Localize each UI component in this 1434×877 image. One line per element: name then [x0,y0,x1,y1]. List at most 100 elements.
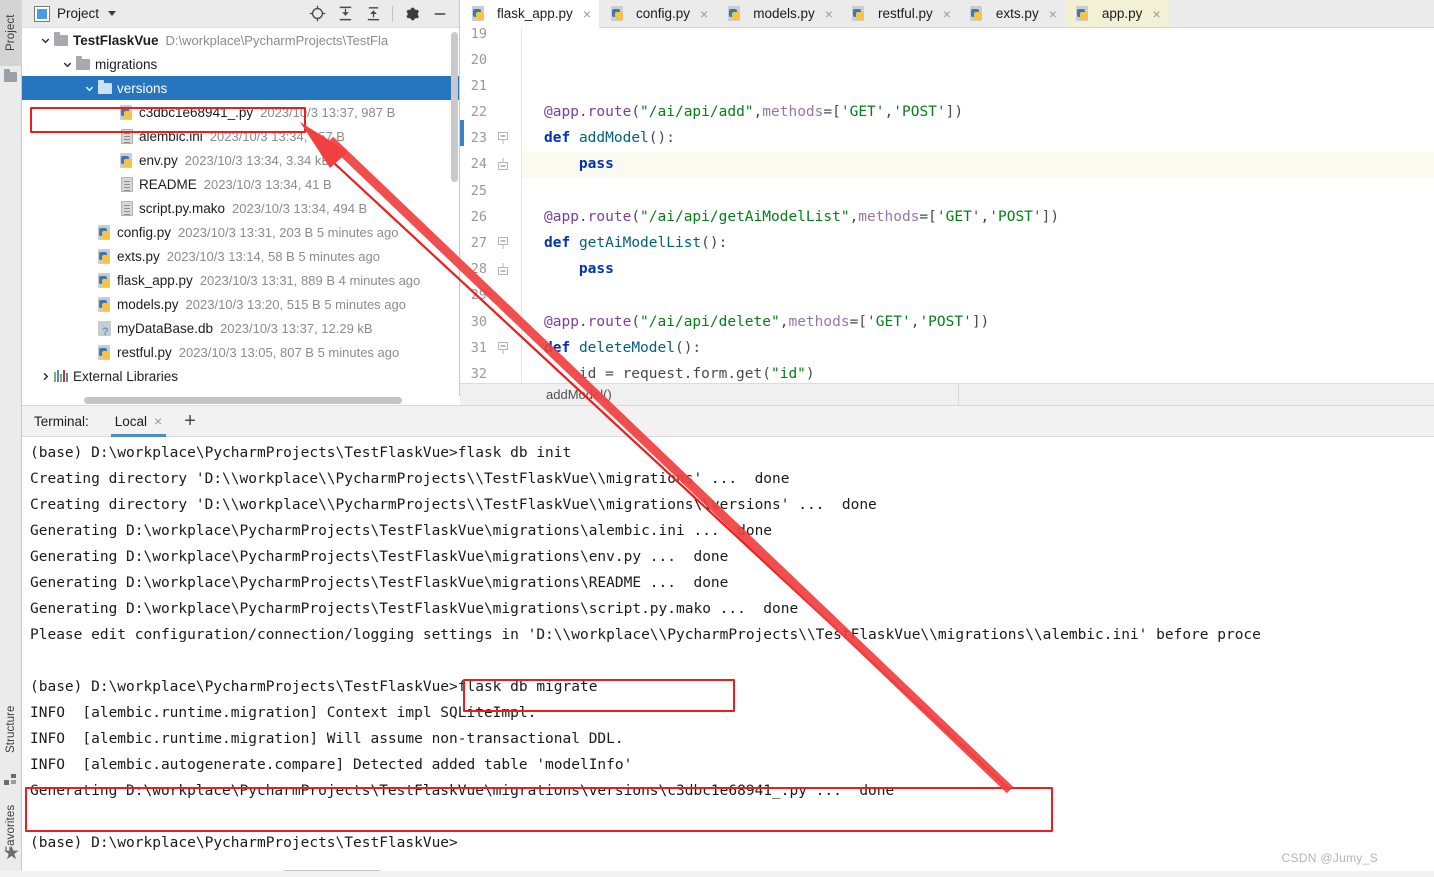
tool-tab-structure[interactable]: Structure [0,690,22,768]
star-icon [4,845,19,860]
library-icon [52,370,69,382]
editor-tab-app-py[interactable]: app.py × [1064,0,1169,27]
add-terminal-icon[interactable]: + [172,411,208,431]
editor-tab-bar: flask_app.py × config.py × models.py × restful… [460,0,1434,28]
locate-icon[interactable] [304,3,330,25]
python-file-icon [96,296,113,312]
code-fold-icon[interactable] [498,158,509,170]
code-line-27: def getAiModelList(): [544,235,728,251]
editor-tab-exts-py[interactable]: exts.py × [959,0,1065,27]
project-file-tree[interactable]: TestFlaskVue D:\workplace\PycharmProjects… [22,28,459,404]
tree-row-name: flask_app.py [117,272,193,288]
editor-tab-label: app.py [1101,6,1143,21]
close-icon[interactable]: × [154,413,162,429]
gutter-line-number: 24 [470,156,487,172]
tree-row-meta: 2023/10/3 13:31, 889 B 4 minutes ago [199,272,421,288]
tree-row-name: External Libraries [73,368,179,384]
tree-row-name: migrations [95,56,158,72]
tree-arrow-icon[interactable] [104,153,118,167]
code-fold-icon[interactable] [498,132,509,144]
close-icon[interactable]: × [1049,6,1057,22]
gutter-line-number: 19 [470,28,487,42]
tree-arrow-icon[interactable] [60,57,74,71]
tree-arrow-icon[interactable] [38,33,52,47]
editor-breadcrumb[interactable]: addModel() [460,383,1434,406]
gear-icon[interactable] [399,3,425,25]
code-fold-icon[interactable] [498,237,509,249]
gutter-line-number: 22 [470,104,487,120]
tree-arrow-icon[interactable] [104,129,118,143]
tool-tab-project[interactable]: Project [0,0,22,66]
editor-gutter[interactable]: 19 20 21 22 23 24 25 26 27 28 29 30 31 32 [460,28,522,388]
tree-horizontal-scrollbar[interactable] [22,396,460,405]
tree-arrow-icon[interactable] [82,273,96,287]
tree-row-meta: 2023/10/3 13:05, 807 B 5 minutes ago [178,344,400,360]
close-icon[interactable]: × [943,6,951,22]
editor-tab-flask-app-py[interactable]: flask_app.py × [460,0,599,28]
folder-icon [52,31,69,46]
terminal-line: (base) D:\workplace\PycharmProjects\Test… [30,445,572,461]
gutter-line-number: 20 [470,52,487,68]
tree-arrow-icon[interactable] [38,369,52,383]
tree-arrow-icon[interactable] [82,297,96,311]
terminal-line: Creating directory 'D:\\workplace\\Pycha… [30,497,877,513]
tree-row-readme[interactable]: README 2023/10/3 13:34, 41 B [22,172,459,196]
tree-row-meta: 2023/10/3 13:34, 494 B [232,200,368,216]
editor-tab-label: restful.py [877,6,933,21]
tree-arrow-icon[interactable] [104,105,118,119]
tree-row-meta: D:\workplace\PycharmProjects\TestFla [165,32,389,48]
editor-tab-models-py[interactable]: models.py × [716,0,841,27]
code-line-22: @app.route("/ai/api/add",methods=['GET',… [544,104,964,120]
code-fold-icon[interactable] [498,342,509,354]
tree-arrow-icon[interactable] [82,249,96,263]
tree-arrow-icon[interactable] [104,201,118,215]
chevron-down-icon[interactable] [108,11,117,16]
python-file-icon [851,6,868,21]
close-icon[interactable]: × [700,6,708,22]
tree-row-c3dbc1e68941-py[interactable]: c3dbc1e68941_.py 2023/10/3 13:37, 987 B [22,100,459,124]
tree-row-env-py[interactable]: env.py 2023/10/3 13:34, 3.34 kB [22,148,459,172]
terminal-line: Generating D:\workplace\PycharmProjects\… [30,523,773,539]
python-file-icon [1075,6,1092,21]
editor-code[interactable]: @app.route("/ai/api/add",methods=['GET',… [522,28,1434,388]
tree-row-name: versions [117,80,168,96]
tree-arrow-icon[interactable] [104,177,118,191]
tree-row-alembic-ini[interactable]: alembic.ini 2023/10/3 13:34, 857 B [22,124,459,148]
tree-row-mydatabase-db[interactable]: myDataBase.db 2023/10/3 13:37, 12.29 kB [22,316,459,340]
folder-icon [74,55,91,70]
tree-row-versions[interactable]: versions [22,76,459,100]
editor-text-area[interactable]: 19 20 21 22 23 24 25 26 27 28 29 30 31 32 @app.route(… [460,28,1434,388]
editor-tab-config-py[interactable]: config.py × [599,0,716,27]
python-file-icon [118,152,135,168]
code-fold-icon[interactable] [498,263,509,275]
editor-tab-restful-py[interactable]: restful.py × [841,0,959,27]
close-icon[interactable]: × [1152,6,1160,22]
close-icon[interactable]: × [825,6,833,22]
tree-row-exts-py[interactable]: exts.py 2023/10/3 13:14, 58 B 5 minutes a… [22,244,459,268]
terminal-line: (base) D:\workplace\PycharmProjects\Test… [30,679,598,695]
tree-arrow-icon[interactable] [82,321,96,335]
tree-row-models-py[interactable]: models.py 2023/10/3 13:20, 515 B 5 minute… [22,292,459,316]
minimize-icon[interactable] [427,3,453,25]
collapse-all-icon[interactable] [360,3,386,25]
terminal-tab-local[interactable]: Local × [105,406,172,437]
python-file-icon [969,6,986,21]
tree-row-testflaskvue[interactable]: TestFlaskVue D:\workplace\PycharmProjects… [22,28,459,52]
tree-arrow-icon[interactable] [82,345,96,359]
tree-row-migrations[interactable]: migrations [22,52,459,76]
breadcrumb-item[interactable]: addModel() [546,387,612,402]
terminal-output[interactable]: (base) D:\workplace\PycharmProjects\Test… [22,437,1434,876]
tree-arrow-icon[interactable] [82,81,96,95]
tree-row-config-py[interactable]: config.py 2023/10/3 13:31, 203 B 5 minute… [22,220,459,244]
tree-row-external-libraries[interactable]: External Libraries [22,364,459,388]
tree-row-restful-py[interactable]: restful.py 2023/10/3 13:05, 807 B 5 minut… [22,340,459,364]
tree-row-script-py-mako[interactable]: script.py.mako 2023/10/3 13:34, 494 B [22,196,459,220]
tree-row-flask-app-py[interactable]: flask_app.py 2023/10/3 13:31, 889 B 4 min… [22,268,459,292]
tree-arrow-icon[interactable] [82,225,96,239]
text-file-icon [118,176,135,192]
expand-all-icon[interactable] [332,3,358,25]
status-bar [0,871,1434,877]
close-icon[interactable]: × [583,6,591,22]
project-folder-icon [4,69,18,84]
tree-vertical-scrollbar[interactable] [450,32,459,182]
